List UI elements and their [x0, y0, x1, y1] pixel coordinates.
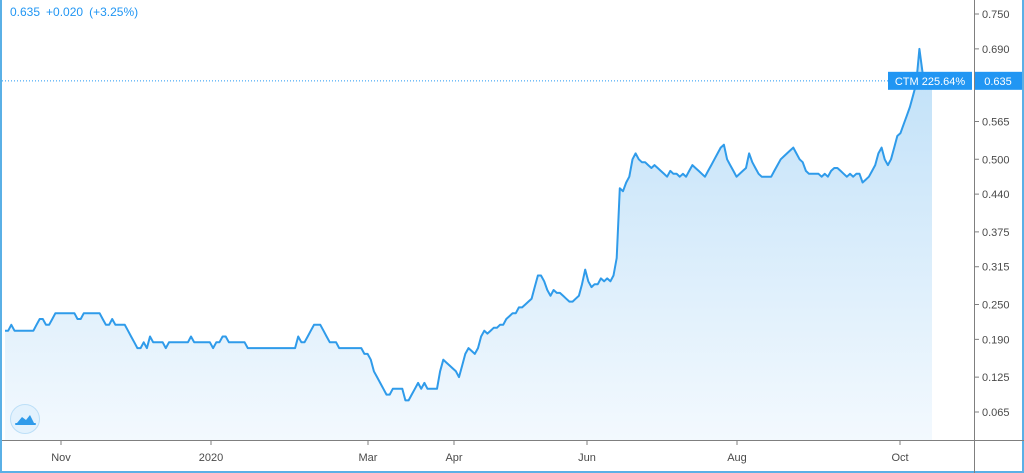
x-tick-label: Apr — [445, 452, 462, 464]
tradingview-cloud-icon[interactable] — [10, 404, 40, 434]
y-tick-label: 0.375 — [982, 227, 1010, 239]
x-tick-label: Aug — [727, 452, 747, 464]
cloud-icon — [15, 415, 36, 425]
x-tick-label: Mar — [359, 452, 378, 464]
ticker-readout: 0.635 +0.020 (+3.25%) — [10, 5, 138, 19]
x-tick-label: Nov — [51, 452, 71, 464]
x-tick-label: Oct — [891, 452, 908, 464]
x-tick-label: 2020 — [199, 452, 223, 464]
ticker-price: 0.635 — [10, 5, 41, 19]
y-tick-label: 0.750 — [982, 9, 1010, 21]
y-tick-label: 0.065 — [982, 407, 1010, 419]
y-tick-label: 0.125 — [982, 372, 1010, 384]
last-price-label: 0.635 — [984, 76, 1012, 88]
symbol-change-label: CTM 225.64% — [895, 76, 966, 88]
price-chart[interactable]: 0.750 0.690 0.565 0.500 0.440 0.375 0.315 0.250… — [2, 0, 1024, 473]
y-tick-label: 0.565 — [982, 116, 1010, 128]
ticker-change: +0.020 — [46, 5, 84, 19]
chart-frame: 0.750 0.690 0.565 0.500 0.440 0.375 0.315 0.250… — [0, 0, 1024, 473]
price-area — [5, 48, 932, 441]
y-tick-label: 0.190 — [982, 334, 1010, 346]
ticker-change-percent: (+3.25%) — [89, 5, 139, 19]
x-tick-label: Jun — [578, 452, 596, 464]
y-tick-label: 0.250 — [982, 300, 1010, 312]
y-tick-label: 0.440 — [982, 189, 1010, 201]
y-tick-label: 0.500 — [982, 154, 1010, 166]
y-tick-label: 0.690 — [982, 44, 1010, 56]
y-tick-label: 0.315 — [982, 262, 1010, 274]
